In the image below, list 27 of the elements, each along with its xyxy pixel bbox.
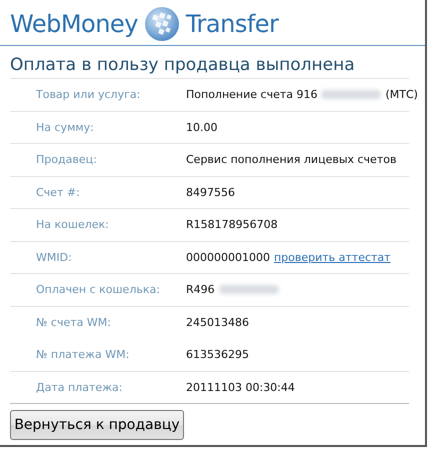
field-label: Счет #: bbox=[35, 186, 81, 199]
field-label: На кошелек: bbox=[35, 218, 110, 232]
field-value: 000000001000 bbox=[186, 250, 270, 264]
field-label: На сумму: bbox=[35, 120, 95, 134]
field-value: 8497556 bbox=[186, 186, 235, 199]
field-value: Пополнение счета 916 bbox=[186, 88, 318, 102]
return-button[interactable]: Вернуться к продавцу bbox=[10, 410, 184, 440]
field-label: Товар или услуга: bbox=[35, 88, 142, 102]
field-value: 245013486 bbox=[186, 316, 249, 329]
field-value: Сервис пополнения лицевых счетов bbox=[186, 153, 396, 166]
field-label: № платежа WM: bbox=[35, 348, 130, 362]
field-label: Оплачен с кошелька: bbox=[35, 283, 161, 296]
logo-text: WebMoney bbox=[10, 10, 138, 38]
field-label: WMID: bbox=[35, 250, 73, 264]
field-label: № счета WM: bbox=[35, 316, 112, 329]
page-heading: Оплата в пользу продавца выполнена bbox=[9, 54, 356, 77]
field-value: 10.00 bbox=[186, 120, 218, 134]
field-label: Дата платежа: bbox=[35, 380, 124, 394]
logo-text: Transfer bbox=[186, 10, 278, 38]
check-link[interactable]: проверить аттестат bbox=[274, 250, 391, 264]
field-label: Продавец: bbox=[35, 153, 98, 166]
field-value: R158178956708 bbox=[186, 218, 278, 232]
field-value: R496 bbox=[186, 283, 215, 296]
field-value: 613536295 bbox=[186, 348, 249, 362]
globe-icon bbox=[144, 6, 180, 42]
field-value: (МТС) bbox=[385, 88, 418, 102]
field-value: 20111103 00:30:44 bbox=[186, 380, 295, 394]
